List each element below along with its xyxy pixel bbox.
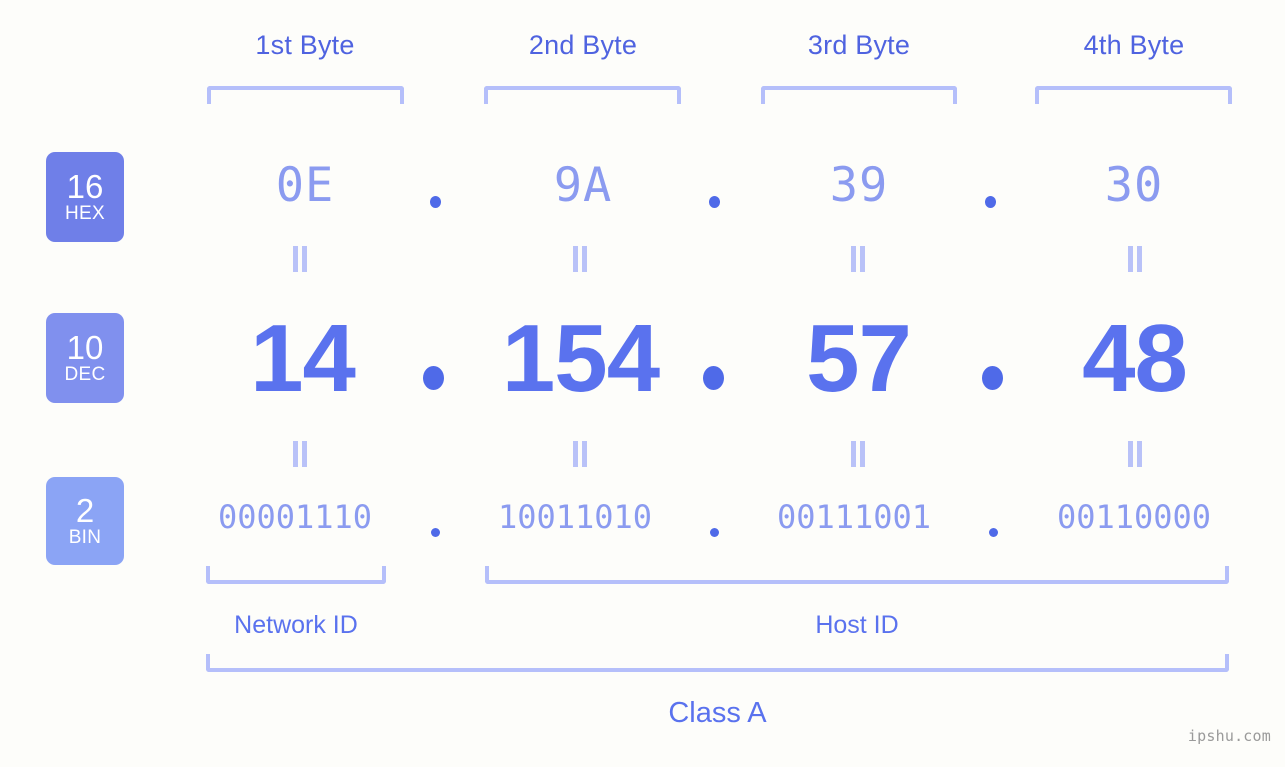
byte-bracket-3 xyxy=(761,86,957,104)
base-badge-hex: 16 HEX xyxy=(46,152,124,242)
dec-dot-3 xyxy=(982,366,1003,390)
dec-value-3: 57 xyxy=(806,305,912,412)
byte-header-3: 3rd Byte xyxy=(807,30,911,60)
hex-value-1: 0E xyxy=(275,158,335,213)
hex-value-2: 9A xyxy=(553,158,613,213)
base-badge-dec-name: DEC xyxy=(64,364,106,385)
dec-value-4: 48 xyxy=(1082,305,1188,412)
hex-dot-3 xyxy=(985,196,996,208)
byte-header-2: 2nd Byte xyxy=(528,30,638,60)
host-id-label: Host ID xyxy=(815,611,899,639)
dec-value-1: 14 xyxy=(250,305,356,412)
byte-bracket-1 xyxy=(207,86,404,104)
base-badge-bin: 2 BIN xyxy=(46,477,124,565)
dec-dot-2 xyxy=(703,366,724,390)
base-badge-hex-number: 16 xyxy=(66,168,104,205)
base-badge-hex-name: HEX xyxy=(65,203,105,224)
base-badge-bin-number: 2 xyxy=(75,492,95,529)
bin-value-3: 00111001 xyxy=(776,498,932,536)
base-badge-bin-name: BIN xyxy=(68,527,102,548)
hex-dot-2 xyxy=(709,196,720,208)
base-badge-dec-number: 10 xyxy=(66,329,104,366)
watermark: ipshu.com xyxy=(1187,727,1271,745)
diagram-canvas: 1st Byte 2nd Byte 3rd Byte 4th Byte 16 H… xyxy=(0,0,1285,767)
network-id-label: Network ID xyxy=(234,611,358,639)
equals-icon-dec-bin-2 xyxy=(573,441,587,467)
host-id-bracket xyxy=(485,566,1229,584)
class-bracket xyxy=(206,654,1229,672)
equals-icon-dec-bin-4 xyxy=(1128,441,1142,467)
equals-icon-hex-dec-4 xyxy=(1128,246,1142,272)
hex-value-3: 39 xyxy=(829,158,889,213)
byte-bracket-2 xyxy=(484,86,681,104)
equals-icon-dec-bin-1 xyxy=(293,441,307,467)
network-id-bracket xyxy=(206,566,386,584)
dec-dot-1 xyxy=(423,366,444,390)
byte-bracket-4 xyxy=(1035,86,1232,104)
hex-value-4: 30 xyxy=(1104,158,1164,213)
equals-icon-hex-dec-2 xyxy=(573,246,587,272)
base-badge-dec: 10 DEC xyxy=(46,313,124,403)
equals-icon-hex-dec-1 xyxy=(293,246,307,272)
byte-header-1: 1st Byte xyxy=(255,30,355,60)
hex-dot-1 xyxy=(430,196,441,208)
equals-icon-dec-bin-3 xyxy=(851,441,865,467)
bin-value-1: 00001110 xyxy=(217,498,373,536)
bin-dot-2 xyxy=(710,528,719,537)
bin-dot-1 xyxy=(431,528,440,537)
bin-dot-3 xyxy=(989,528,998,537)
bin-value-2: 10011010 xyxy=(497,498,653,536)
equals-icon-hex-dec-3 xyxy=(851,246,865,272)
byte-header-4: 4th Byte xyxy=(1083,30,1185,60)
bin-value-4: 00110000 xyxy=(1056,498,1212,536)
class-label: Class A xyxy=(668,697,767,729)
dec-value-2: 154 xyxy=(501,305,660,412)
